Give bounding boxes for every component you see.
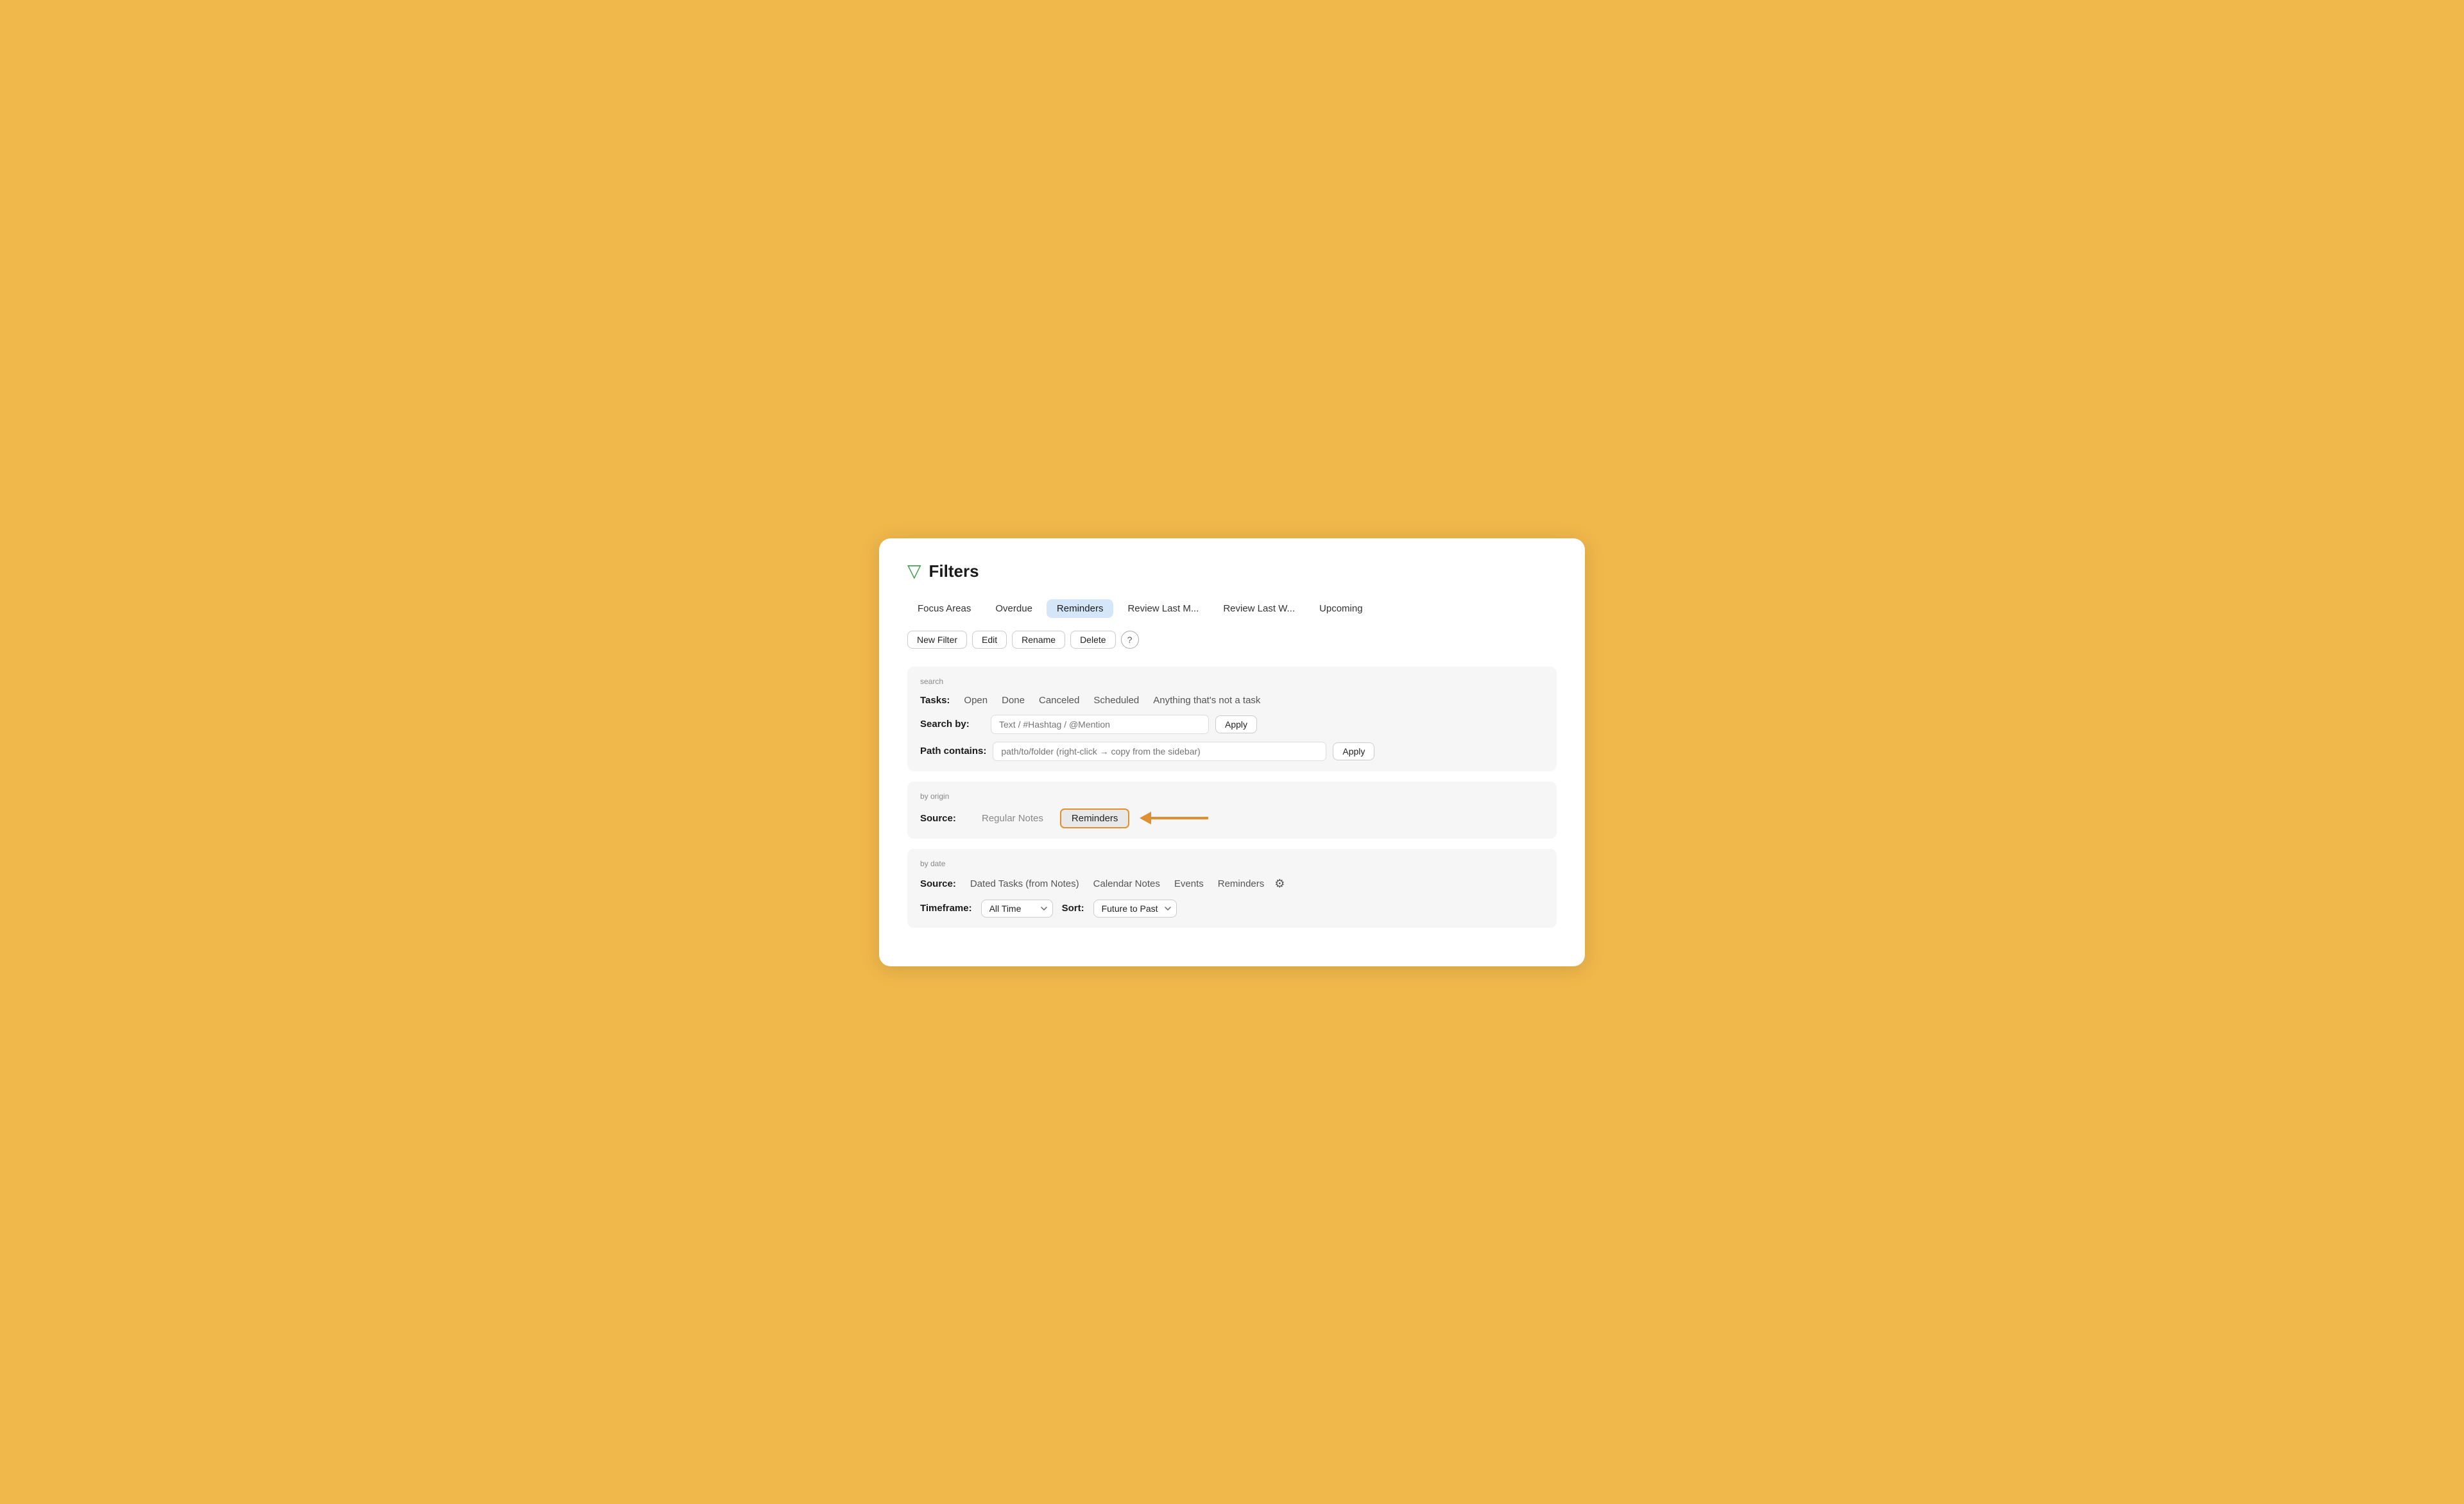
timeframe-dropdown[interactable]: All Time Today This Week This Month Cust… [981, 900, 1053, 918]
date-source-reminders[interactable]: Reminders [1213, 877, 1270, 891]
date-source-calendar-notes[interactable]: Calendar Notes [1088, 877, 1165, 891]
task-option-open[interactable]: Open [959, 694, 993, 707]
arrow-annotation [1140, 812, 1208, 825]
toolbar-row: New Filter Edit Rename Delete ? [907, 631, 1557, 649]
path-contains-label: Path contains: [920, 746, 986, 756]
sort-label: Sort: [1062, 903, 1084, 914]
arrow-head [1140, 812, 1151, 825]
reminders-wrapper: Reminders [1060, 808, 1209, 828]
origin-source-label: Source: [920, 813, 965, 824]
filter-icon: ▽ [907, 562, 921, 580]
tab-reminders[interactable]: Reminders [1047, 599, 1114, 618]
tab-overdue[interactable]: Overdue [985, 599, 1043, 618]
date-source-label: Source: [920, 878, 956, 889]
path-contains-row: Path contains: Apply [920, 742, 1544, 761]
timeframe-label: Timeframe: [920, 903, 972, 914]
edit-button[interactable]: Edit [972, 631, 1007, 649]
apply-search-button[interactable]: Apply [1215, 715, 1257, 733]
task-option-canceled[interactable]: Canceled [1034, 694, 1084, 707]
tabs-row: Focus Areas Overdue Reminders Review Las… [907, 599, 1557, 618]
origin-section: by origin Source: Regular Notes Reminder… [907, 782, 1557, 839]
arrow-shaft [1151, 817, 1208, 819]
new-filter-button[interactable]: New Filter [907, 631, 967, 649]
page-title: Filters [929, 561, 979, 581]
tab-review-last-m[interactable]: Review Last M... [1117, 599, 1209, 618]
sort-dropdown[interactable]: Future to Past Past to Future [1093, 900, 1177, 918]
source-reminders[interactable]: Reminders [1060, 808, 1130, 828]
help-button[interactable]: ? [1121, 631, 1139, 649]
delete-button[interactable]: Delete [1070, 631, 1115, 649]
tasks-row: Tasks: Open Done Canceled Scheduled Anyt… [920, 694, 1544, 707]
path-contains-input[interactable] [993, 742, 1326, 761]
gear-icon[interactable]: ⚙ [1273, 876, 1286, 892]
search-section-label: search [920, 677, 1544, 686]
tab-upcoming[interactable]: Upcoming [1309, 599, 1373, 618]
source-regular-notes[interactable]: Regular Notes [971, 810, 1054, 827]
task-option-not-task[interactable]: Anything that's not a task [1148, 694, 1265, 707]
date-section: by date Source: Dated Tasks (from Notes)… [907, 849, 1557, 928]
apply-path-button[interactable]: Apply [1333, 742, 1374, 760]
search-by-row: Search by: Apply [920, 715, 1544, 734]
origin-section-label: by origin [920, 792, 1544, 801]
search-section: search Tasks: Open Done Canceled Schedul… [907, 667, 1557, 771]
rename-button[interactable]: Rename [1012, 631, 1065, 649]
tasks-label: Tasks: [920, 695, 950, 706]
date-source-events[interactable]: Events [1169, 877, 1209, 891]
date-section-label: by date [920, 859, 1544, 868]
filters-card: ▽ Filters Focus Areas Overdue Reminders … [879, 538, 1585, 966]
timeframe-row: Timeframe: All Time Today This Week This… [920, 900, 1544, 918]
card-header: ▽ Filters [907, 561, 1557, 581]
task-option-done[interactable]: Done [997, 694, 1030, 707]
date-source-dated-tasks[interactable]: Dated Tasks (from Notes) [965, 877, 1084, 891]
search-by-input[interactable] [991, 715, 1209, 734]
origin-row: Source: Regular Notes Reminders [920, 808, 1544, 828]
tab-focus-areas[interactable]: Focus Areas [907, 599, 981, 618]
task-option-scheduled[interactable]: Scheduled [1088, 694, 1144, 707]
search-by-label: Search by: [920, 719, 984, 730]
tab-review-last-w[interactable]: Review Last W... [1213, 599, 1305, 618]
date-sources-row: Source: Dated Tasks (from Notes) Calenda… [920, 876, 1544, 892]
